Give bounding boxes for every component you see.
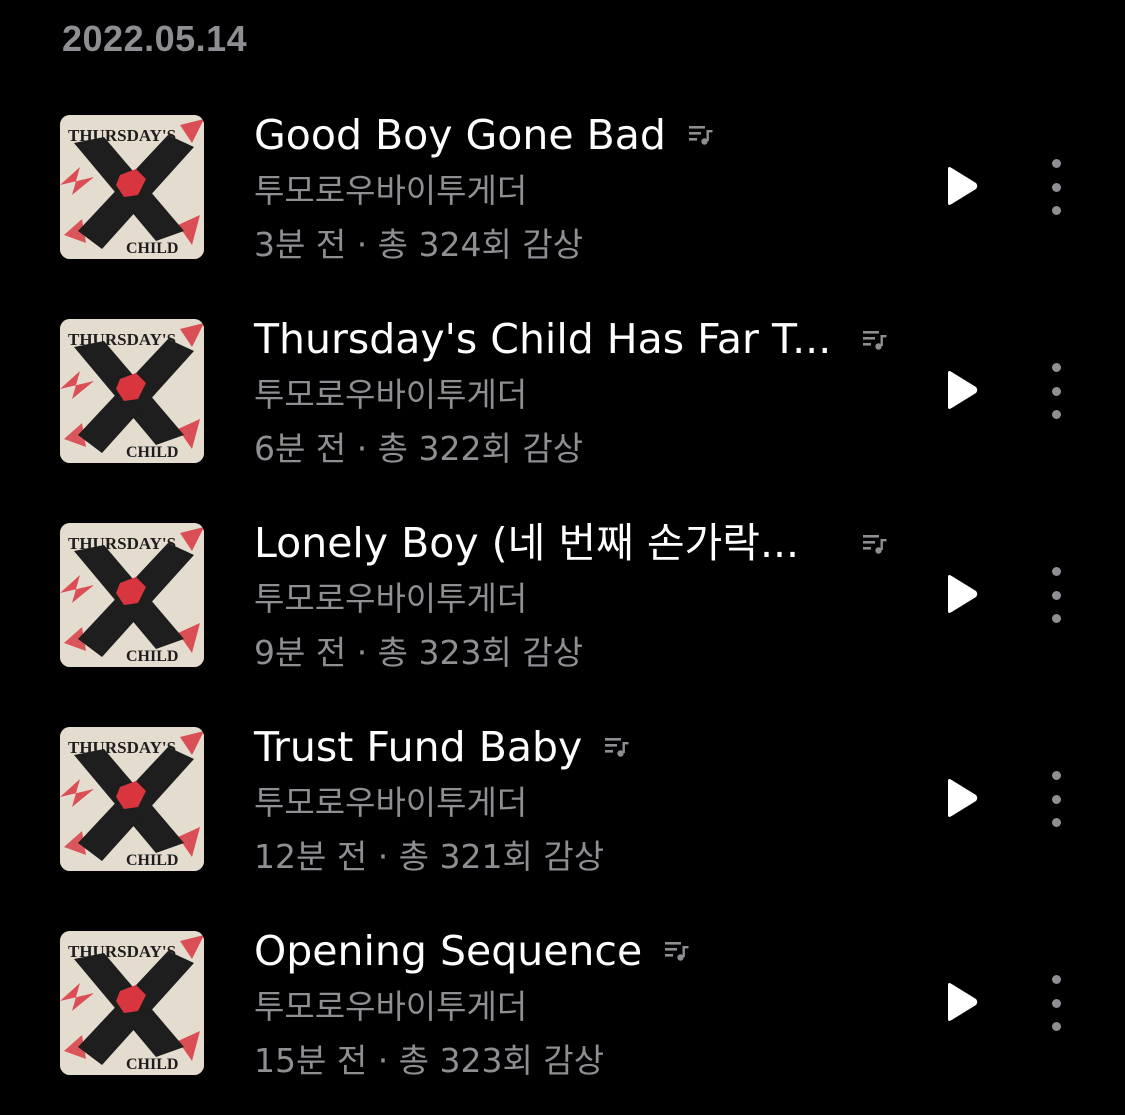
track-artist: 투모로우바이투게더 xyxy=(254,987,528,1026)
album-art: THURSDAY'S CHILD xyxy=(60,319,204,463)
more-vertical-icon xyxy=(1051,159,1061,168)
more-button[interactable] xyxy=(1036,159,1076,215)
track-title-wrap: Trust Fund Baby xyxy=(254,721,630,773)
album-art-image: THURSDAY'S CHILD xyxy=(60,523,204,667)
track-artist: 투모로우바이투게더 xyxy=(254,579,528,618)
track-title[interactable]: Trust Fund Baby xyxy=(254,721,582,773)
play-icon xyxy=(948,575,978,613)
more-button[interactable] xyxy=(1036,567,1076,623)
album-text-bottom: CHILD xyxy=(126,444,178,461)
album-text-top: THURSDAY'S xyxy=(68,942,176,961)
track-meta: 9분 전 · 총 323회 감상 xyxy=(254,633,584,672)
album-art: THURSDAY'S CHILD xyxy=(60,115,204,259)
track-artist: 투모로우바이투게더 xyxy=(254,171,528,210)
album-text-top: THURSDAY'S xyxy=(68,738,176,757)
more-button[interactable] xyxy=(1036,975,1076,1031)
track-row[interactable]: THURSDAY'S CHILD Trust Fund Baby 투모로우바이투… xyxy=(0,723,1125,887)
track-row[interactable]: THURSDAY'S CHILD Lonely Boy (네 번째 손가락...… xyxy=(0,519,1125,683)
lyrics-icon[interactable] xyxy=(604,734,630,760)
track-artist: 투모로우바이투게더 xyxy=(254,783,528,822)
album-text-top: THURSDAY'S xyxy=(68,330,176,349)
track-meta: 3분 전 · 총 324회 감상 xyxy=(254,225,584,264)
track-title-wrap: Thursday's Child Has Far T... xyxy=(254,313,831,365)
album-art: THURSDAY'S CHILD xyxy=(60,523,204,667)
album-text-top: THURSDAY'S xyxy=(68,126,176,145)
track-meta: 6분 전 · 총 322회 감상 xyxy=(254,429,584,468)
lyrics-icon[interactable] xyxy=(862,327,888,353)
more-vertical-icon xyxy=(1051,771,1061,780)
more-vertical-icon xyxy=(1051,975,1061,984)
track-meta: 15분 전 · 총 323회 감상 xyxy=(254,1041,605,1080)
play-icon xyxy=(948,983,978,1021)
play-icon xyxy=(948,371,978,409)
track-list: THURSDAY'S CHILD Good Boy Gone Bad 투모로우바… xyxy=(0,0,1125,1115)
album-text-top: THURSDAY'S xyxy=(68,534,176,553)
play-button[interactable] xyxy=(936,569,986,619)
album-art-image: THURSDAY'S CHILD xyxy=(60,931,204,1075)
album-text-bottom: CHILD xyxy=(126,240,178,257)
track-title[interactable]: Thursday's Child Has Far T... xyxy=(254,313,831,365)
track-title-wrap: Opening Sequence xyxy=(254,925,690,977)
more-button[interactable] xyxy=(1036,771,1076,827)
play-button[interactable] xyxy=(936,977,986,1027)
album-text-bottom: CHILD xyxy=(126,1056,178,1073)
track-title[interactable]: Opening Sequence xyxy=(254,925,642,977)
track-meta: 12분 전 · 총 321회 감상 xyxy=(254,837,605,876)
album-art-image: THURSDAY'S CHILD xyxy=(60,727,204,871)
track-title-wrap: Lonely Boy (네 번째 손가락... xyxy=(254,517,799,569)
play-button[interactable] xyxy=(936,365,986,415)
more-button[interactable] xyxy=(1036,363,1076,419)
play-icon xyxy=(948,779,978,817)
more-vertical-icon xyxy=(1051,567,1061,576)
track-artist: 투모로우바이투게더 xyxy=(254,375,528,414)
album-art: THURSDAY'S CHILD xyxy=(60,931,204,1075)
lyrics-icon[interactable] xyxy=(862,531,888,557)
album-text-bottom: CHILD xyxy=(126,852,178,869)
album-art: THURSDAY'S CHILD xyxy=(60,727,204,871)
track-row[interactable]: THURSDAY'S CHILD Opening Sequence 투모로우바이… xyxy=(0,927,1125,1091)
album-text-bottom: CHILD xyxy=(126,648,178,665)
more-vertical-icon xyxy=(1051,363,1061,372)
track-title[interactable]: Good Boy Gone Bad xyxy=(254,109,666,161)
track-title[interactable]: Lonely Boy (네 번째 손가락... xyxy=(254,517,799,569)
play-button[interactable] xyxy=(936,773,986,823)
play-button[interactable] xyxy=(936,161,986,211)
album-art-image: THURSDAY'S CHILD xyxy=(60,115,204,259)
album-art-image: THURSDAY'S CHILD xyxy=(60,319,204,463)
lyrics-icon[interactable] xyxy=(664,938,690,964)
track-row[interactable]: THURSDAY'S CHILD Thursday's Child Has Fa… xyxy=(0,315,1125,479)
play-icon xyxy=(948,167,978,205)
track-title-wrap: Good Boy Gone Bad xyxy=(254,109,714,161)
track-row[interactable]: THURSDAY'S CHILD Good Boy Gone Bad 투모로우바… xyxy=(0,111,1125,275)
lyrics-icon[interactable] xyxy=(688,122,714,148)
